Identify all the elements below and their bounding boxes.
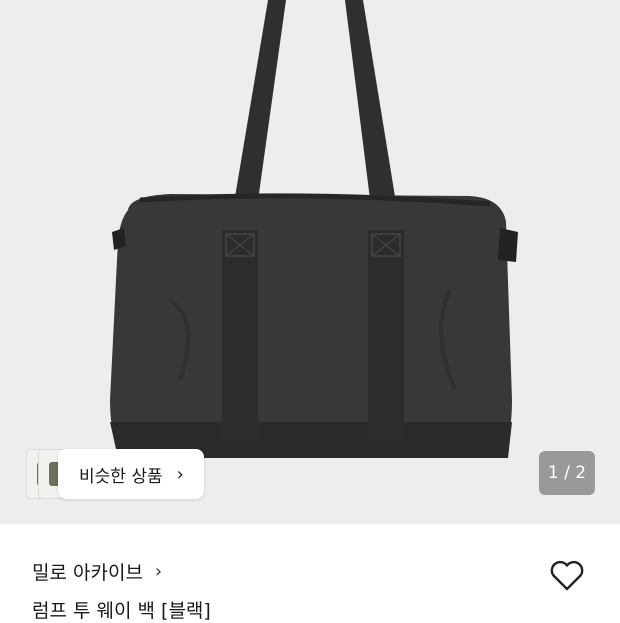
chevron-right-icon: › (176, 463, 184, 485)
brand-name: 밀로 아카이브 (32, 562, 143, 584)
product-image-gallery[interactable]: 비슷한 상품 › 1 / 2 (0, 0, 620, 524)
product-title: 럼프 투 웨이 백 [블랙] (32, 600, 211, 622)
similar-products-button[interactable]: 비슷한 상품 › (58, 449, 204, 499)
product-info: 밀로 아카이브 › 럼프 투 웨이 백 [블랙] (0, 524, 620, 622)
brand-link[interactable]: 밀로 아카이브 › (32, 558, 162, 585)
heart-outline-icon[interactable] (545, 553, 589, 597)
product-image (110, 0, 518, 458)
similar-products-label: 비슷한 상품 (79, 466, 163, 487)
chevron-right-icon: › (154, 561, 163, 582)
image-counter: 1 / 2 (539, 451, 595, 495)
